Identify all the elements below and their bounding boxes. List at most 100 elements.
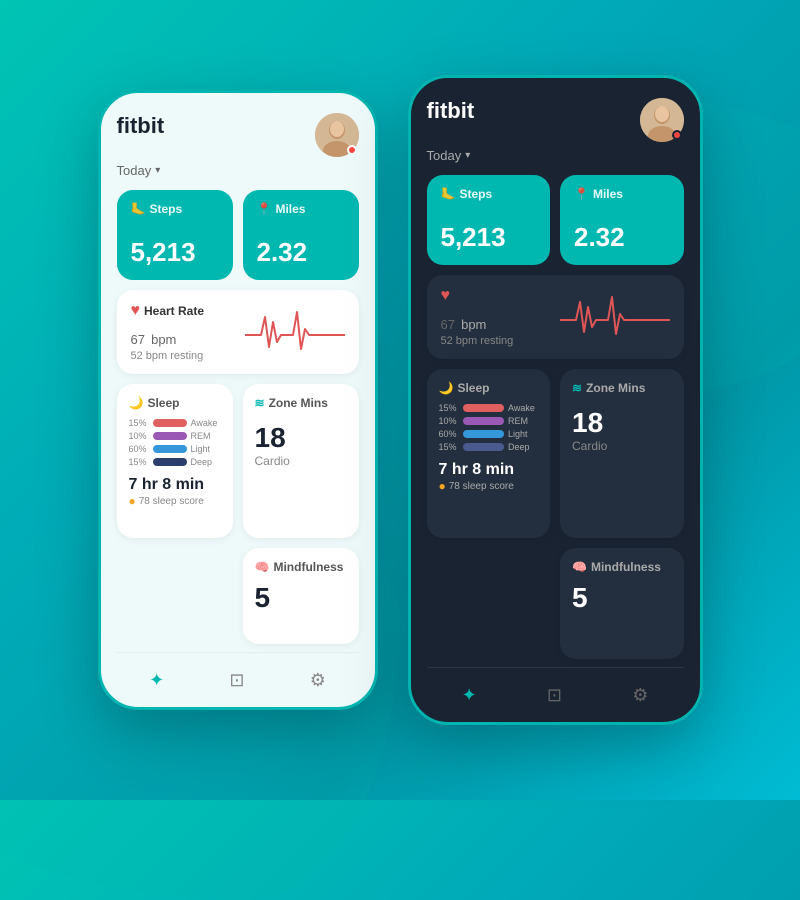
dark-sleep-bar-awake: 15% Awake [439,403,539,413]
light-today-label: Today [117,163,152,178]
light-sleep-label: 🌙 Sleep [129,396,221,410]
dark-zone-sub: Cardio [572,439,672,453]
light-sleep-bar-rem: 10% REM [129,431,221,441]
light-sleep-bar-light: 60% Light [129,444,221,454]
dark-chevron-icon: ▾ [465,150,470,161]
dark-mindfulness-label: 🧠 Mindfulness [572,560,672,574]
light-sleep-bar-deep: 15% Deep [129,457,221,467]
light-zone-icon: ≋ [255,396,265,410]
light-nav-apps-icon: ✦ [149,670,164,691]
dark-header: fitbit [427,98,684,142]
light-miles-label: 📍 Miles [257,202,345,216]
light-mindfulness-card[interactable]: 🧠 Mindfulness 5 [243,548,359,644]
light-heart-resting: 52 bpm resting [131,350,205,362]
light-bottom-nav: ✦ ⊡ ⚙ [117,652,359,707]
dark-ecg-container [560,292,670,342]
light-bottom-grid: 🌙 Sleep 15% Awake 10% REM [117,384,359,644]
light-sleep-icon: 🌙 [129,396,144,410]
light-mindfulness-label: 🧠 Mindfulness [255,560,347,574]
dark-sleep-score: ● 78 sleep score [439,479,539,493]
dark-ecg-svg [560,292,670,337]
dark-avatar-container[interactable] [640,98,684,142]
dark-today-row[interactable]: Today ▾ [427,148,684,163]
dark-today-label: Today [427,148,462,163]
light-sleep-card[interactable]: 🌙 Sleep 15% Awake 10% REM [117,384,233,538]
light-steps-label: 🦶 Steps [131,202,219,216]
dark-mindfulness-value: 5 [572,582,672,614]
light-heart-card[interactable]: ♥ Heart Rate 67 bpm 52 bpm resting [117,290,359,374]
dark-miles-icon: 📍 [574,187,589,201]
dark-heart-card[interactable]: ♥ 67 bpm 52 bpm resting [427,275,684,359]
light-zone-value: 18 [255,422,347,454]
light-header: fitbit [117,113,359,157]
dark-miles-label: 📍 Miles [574,187,670,201]
light-ecg-svg [245,307,345,352]
light-phone: fitbit Today ▾ [98,90,378,710]
light-brand-name: fitbit [117,113,165,139]
light-nav-apps[interactable]: ✦ [149,670,164,691]
dark-sleep-icon: 🌙 [439,381,454,395]
dark-avatar-dot [672,130,682,140]
light-sleep-bar-awake: 15% Awake [129,418,221,428]
dark-nav-apps[interactable]: ✦ [462,685,477,706]
light-miles-card[interactable]: 📍 Miles 2.32 [243,190,359,280]
light-heart-label: ♥ Heart Rate [131,302,205,320]
dark-nav-activity[interactable]: ⊡ [547,685,562,706]
dark-score-dot: ● [439,479,446,493]
light-heart-info: ♥ Heart Rate 67 bpm 52 bpm resting [131,302,205,362]
light-nav-settings[interactable]: ⚙ [310,670,326,691]
dark-miles-card[interactable]: 📍 Miles 2.32 [560,175,684,265]
light-ecg-container [245,307,345,357]
light-sleep-time: 7 hr 8 min [129,476,221,494]
light-avatar-dot [347,145,357,155]
phones-container: fitbit Today ▾ [98,75,703,725]
dark-sleep-bar-deep: 15% Deep [439,442,539,452]
dark-nav-settings-icon: ⚙ [632,685,648,706]
light-nav-activity[interactable]: ⊡ [229,670,244,691]
dark-sleep-bars: 15% Awake 10% REM 60% Light [439,403,539,455]
dark-zone-card[interactable]: ≋ Zone Mins 18 Cardio [560,369,684,538]
dark-bottom-grid: 🌙 Sleep 15% Awake 10% REM [427,369,684,659]
light-zone-card[interactable]: ≋ Zone Mins 18 Cardio [243,384,359,538]
dark-heart-value: 67 bpm [441,309,514,335]
light-steps-card[interactable]: 🦶 Steps 5,213 [117,190,233,280]
dark-steps-value: 5,213 [441,222,537,253]
light-miles-value: 2.32 [257,237,345,268]
dark-steps-card[interactable]: 🦶 Steps 5,213 [427,175,551,265]
dark-mindfulness-card[interactable]: 🧠 Mindfulness 5 [560,548,684,659]
light-avatar-container[interactable] [315,113,359,157]
dark-zone-icon: ≋ [572,381,582,395]
light-steps-icon: 🦶 [131,202,146,216]
light-screen: fitbit Today ▾ [101,93,375,707]
dark-nav-activity-icon: ⊡ [547,685,562,706]
dark-brand-name: fitbit [427,98,475,124]
light-today-row[interactable]: Today ▾ [117,163,359,178]
light-stats-row: 🦶 Steps 5,213 📍 Miles 2.32 [117,190,359,280]
dark-sleep-card[interactable]: 🌙 Sleep 15% Awake 10% REM [427,369,551,538]
dark-steps-icon: 🦶 [441,187,456,201]
dark-nav-settings[interactable]: ⚙ [632,685,648,706]
light-brand: fitbit [117,113,165,139]
light-steps-value: 5,213 [131,237,219,268]
light-heart-icon: ♥ [131,302,141,320]
light-zone-sub: Cardio [255,454,347,468]
dark-nav-apps-icon: ✦ [462,685,477,706]
light-nav-activity-icon: ⊡ [229,670,244,691]
dark-heart-label: ♥ [441,287,514,305]
light-score-dot: ● [129,494,136,508]
dark-sleep-bar-rem: 10% REM [439,416,539,426]
dark-screen: fitbit Today ▾ [411,78,700,722]
light-mindfulness-icon: 🧠 [255,560,270,574]
dark-heart-info: ♥ 67 bpm 52 bpm resting [441,287,514,347]
dark-heart-resting: 52 bpm resting [441,335,514,347]
dark-sleep-label: 🌙 Sleep [439,381,539,395]
dark-sleep-time: 7 hr 8 min [439,461,539,479]
dark-heart-unit: bpm [461,317,486,332]
dark-stats-row: 🦶 Steps 5,213 📍 Miles 2.32 [427,175,684,265]
light-heart-value: 67 bpm [131,324,205,350]
light-sleep-score: ● 78 sleep score [129,494,221,508]
dark-brand: fitbit [427,98,475,124]
dark-heart-icon: ♥ [441,287,451,305]
light-chevron-icon: ▾ [155,165,160,176]
light-sleep-bars: 15% Awake 10% REM 60% Light [129,418,221,470]
